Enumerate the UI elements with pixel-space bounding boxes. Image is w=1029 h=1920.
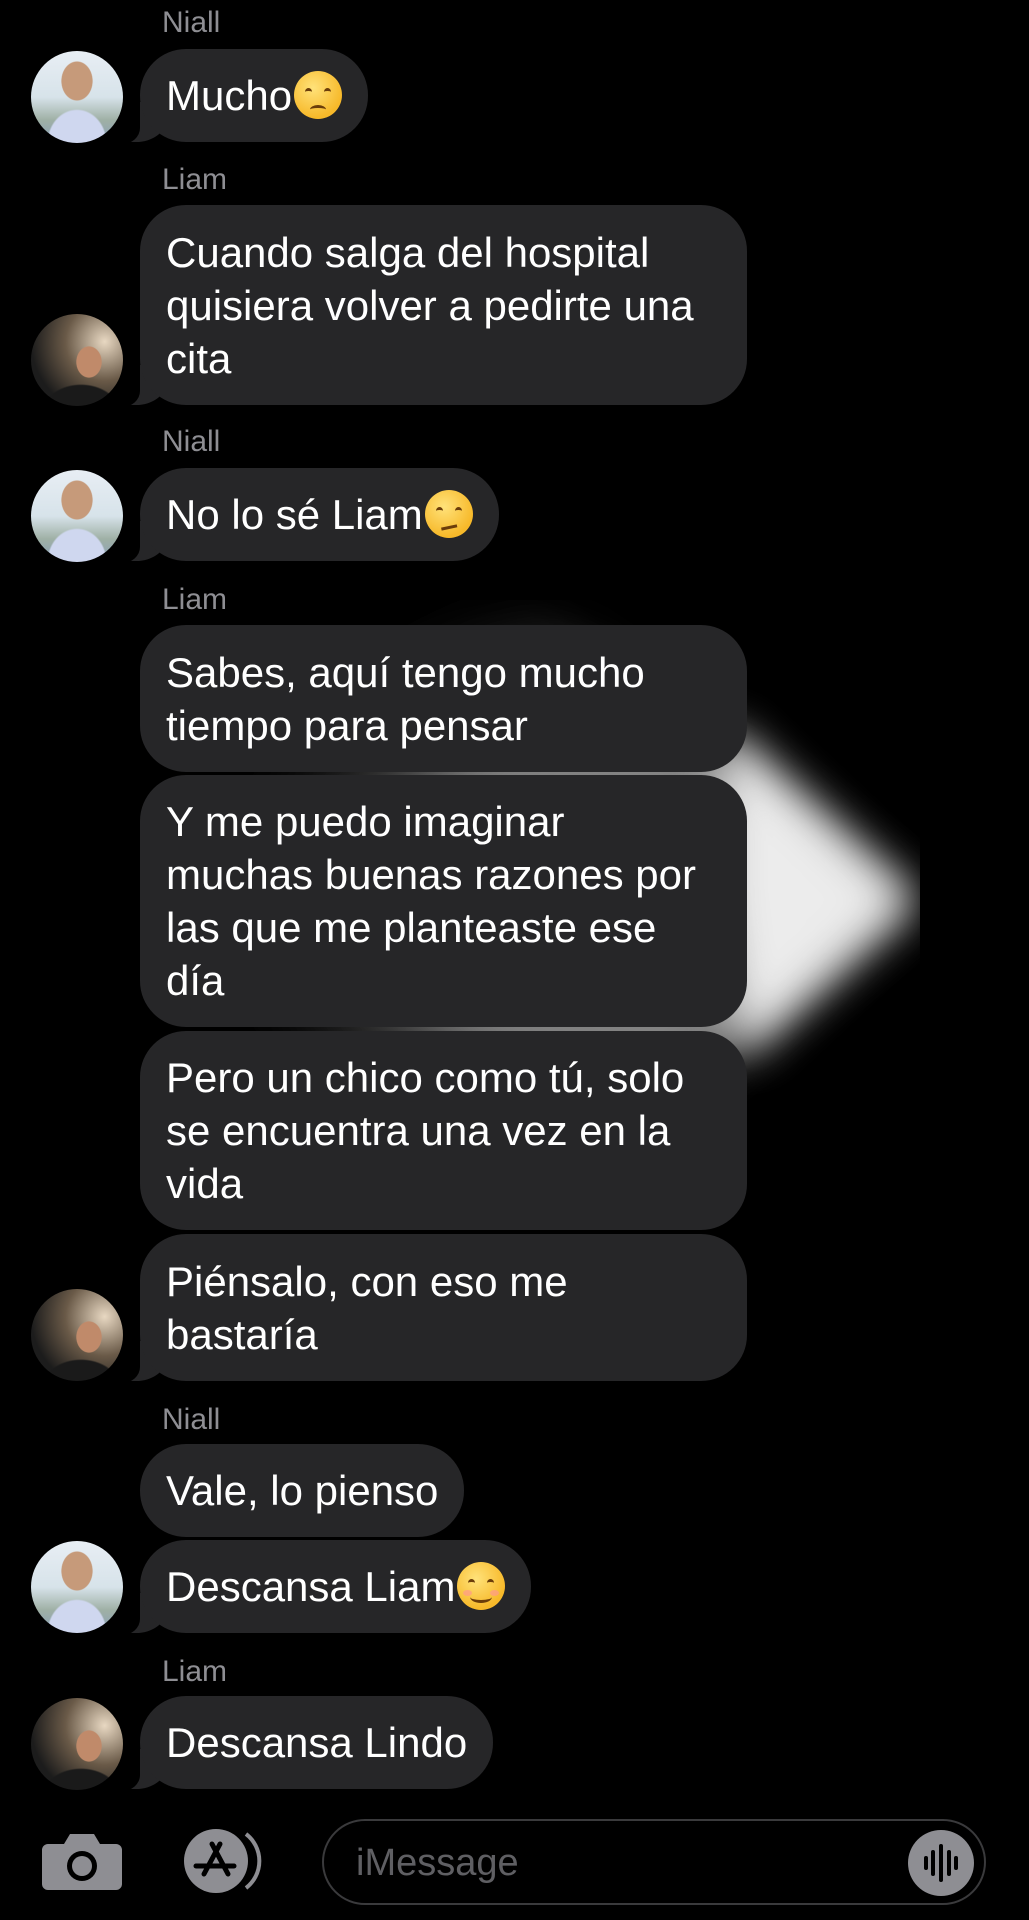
sender-name: Liam bbox=[162, 1655, 228, 1688]
avatar-liam[interactable] bbox=[31, 1698, 123, 1790]
message-text: No lo sé Liam bbox=[166, 491, 423, 538]
message-text: Pero un chico como tú, solo bbox=[166, 1054, 685, 1101]
imessage-field[interactable] bbox=[322, 1819, 986, 1905]
message-bubble[interactable]: Y me puedo imaginar muchas buenas razone… bbox=[140, 775, 747, 1027]
app-store-button[interactable] bbox=[176, 1826, 268, 1896]
message-text: muchas buenas razones por bbox=[166, 851, 696, 898]
message-bubble[interactable]: Mucho bbox=[113, 49, 369, 144]
message-text: cita bbox=[166, 334, 232, 382]
message-bubble[interactable]: Descansa Lindo bbox=[113, 1696, 494, 1791]
confused-face-icon bbox=[424, 490, 473, 538]
smiling-face-icon bbox=[457, 1562, 506, 1610]
message-text: vida bbox=[166, 1160, 244, 1207]
message-text: día bbox=[166, 957, 225, 1004]
message-text: Descansa Liam bbox=[166, 1563, 456, 1610]
message-bubble[interactable]: Piénsalo, con eso me bastaría bbox=[114, 1234, 747, 1383]
message-text: quisiera volver a pedirte una bbox=[166, 281, 694, 329]
message-bubble[interactable]: Pero un chico como tú, solo se encuentra… bbox=[140, 1031, 747, 1230]
sender-name: Niall bbox=[162, 425, 221, 458]
message-text: Cuando salga del hospital bbox=[166, 228, 650, 276]
avatar-liam[interactable] bbox=[31, 314, 123, 406]
pensive-face-icon bbox=[294, 71, 343, 119]
message-text: Descansa Lindo bbox=[166, 1719, 468, 1766]
message-bubble[interactable]: Vale, lo pienso bbox=[140, 1444, 465, 1537]
message-text: Piénsalo, con eso me bbox=[166, 1257, 568, 1305]
message-bubble[interactable]: Sabes, aquí tengo mucho tiempo para pens… bbox=[140, 625, 747, 772]
message-bubble[interactable]: No lo sé Liam bbox=[114, 468, 499, 563]
avatar-liam[interactable] bbox=[31, 1289, 123, 1381]
avatar-niall[interactable] bbox=[31, 51, 123, 143]
sender-name: Liam bbox=[162, 583, 228, 616]
message-input[interactable] bbox=[354, 1821, 898, 1905]
message-text: las que me planteaste ese bbox=[166, 904, 657, 951]
message-text: se encuentra una vez en la bbox=[166, 1107, 671, 1154]
waveform-icon bbox=[924, 1844, 958, 1882]
message-text: Y me puedo imaginar bbox=[166, 798, 565, 845]
message-text: Mucho bbox=[166, 72, 293, 119]
sender-name: Niall bbox=[162, 1403, 221, 1436]
camera-icon bbox=[42, 1834, 122, 1890]
message-text: tiempo para pensar bbox=[166, 701, 528, 749]
message-bubble[interactable]: Descansa Liam bbox=[113, 1540, 532, 1635]
message-text: Vale, lo pienso bbox=[166, 1467, 439, 1514]
message-text: Sabes, aquí tengo mucho bbox=[166, 648, 645, 696]
sender-name: Liam bbox=[162, 163, 228, 196]
camera-button[interactable] bbox=[40, 1830, 124, 1892]
message-bubble[interactable]: Cuando salga del hospital quisiera volve… bbox=[114, 205, 747, 407]
app-store-icon bbox=[184, 1829, 262, 1893]
audio-button[interactable] bbox=[908, 1830, 974, 1896]
sender-name: Niall bbox=[162, 6, 221, 39]
message-text: bastaría bbox=[166, 1310, 318, 1358]
avatar-niall[interactable] bbox=[31, 470, 123, 562]
avatar-niall[interactable] bbox=[31, 1541, 123, 1633]
